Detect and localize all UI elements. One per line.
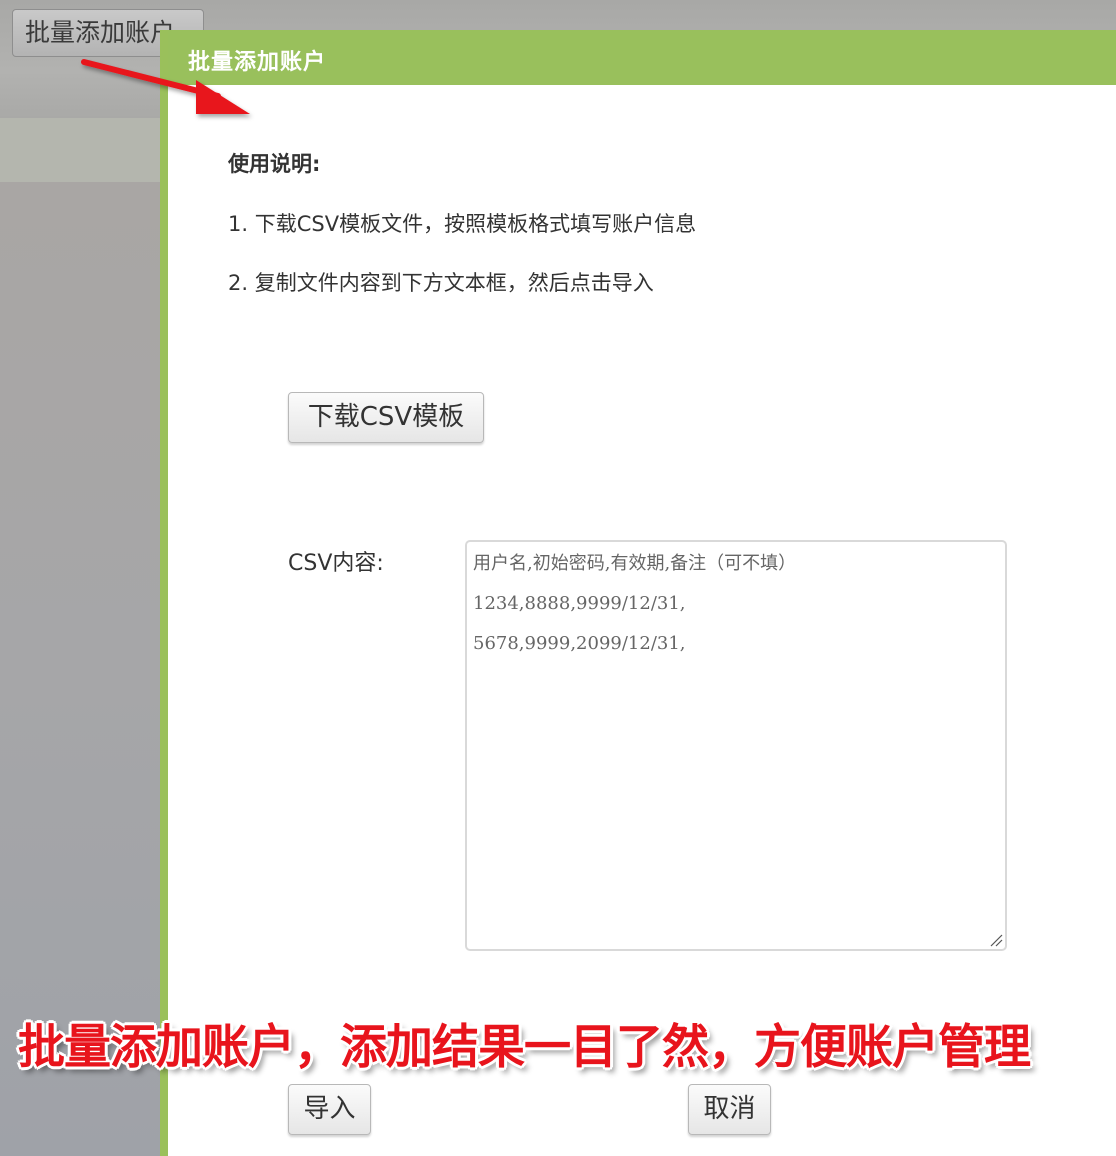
cancel-button[interactable]: 取消 bbox=[688, 1084, 771, 1135]
bulk-add-dialog: 批量添加账户 使用说明: 1. 下载CSV模板文件，按照模板格式填写账户信息 2… bbox=[160, 30, 1116, 1156]
import-button[interactable]: 导入 bbox=[288, 1084, 371, 1135]
csv-line-header: 用户名,初始密码,有效期,备注（可不填） bbox=[473, 553, 797, 574]
red-arrow-icon bbox=[81, 59, 250, 114]
csv-content-label: CSV内容: bbox=[288, 551, 384, 576]
promo-caption: 批量添加账户，添加结果一目了然，方便账户管理 bbox=[18, 1020, 1031, 1075]
instructions-heading: 使用说明: bbox=[228, 152, 321, 176]
instruction-step-2: 2. 复制文件内容到下方文本框，然后点击导入 bbox=[228, 271, 654, 295]
csv-line-row-1: 1234,8888,9999/12/31, bbox=[473, 593, 686, 614]
resize-handle-icon[interactable] bbox=[989, 933, 1003, 947]
dialog-header: 批量添加账户 bbox=[168, 30, 1116, 85]
instruction-step-1: 1. 下载CSV模板文件，按照模板格式填写账户信息 bbox=[228, 212, 697, 236]
csv-line-row-2: 5678,9999,2099/12/31, bbox=[473, 633, 686, 654]
csv-content-textarea[interactable]: 用户名,初始密码,有效期,备注（可不填） 1234,8888,9999/12/3… bbox=[465, 540, 1007, 951]
download-csv-template-button[interactable]: 下载CSV模板 bbox=[288, 392, 484, 443]
